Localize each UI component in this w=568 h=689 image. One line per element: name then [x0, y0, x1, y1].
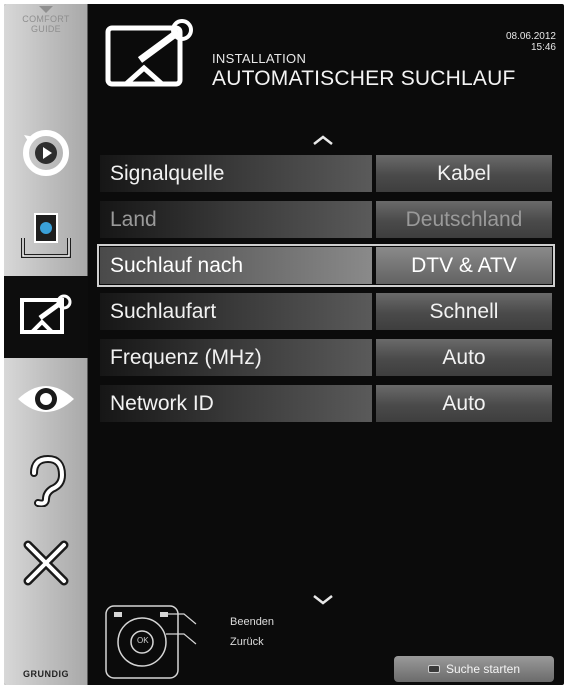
comfort-guide-arrow-icon [39, 6, 53, 13]
installation-icon [20, 294, 72, 334]
sidebar: COMFORT GUIDE GRUNDIG [4, 4, 88, 685]
setting-value[interactable]: Kabel [376, 155, 552, 192]
settings-list: Signalquelle Kabel Land Deutschland Such… [97, 155, 555, 431]
back-hint: Zurück [230, 636, 264, 648]
setting-row-search-type[interactable]: Suchlaufart Schnell [100, 293, 552, 330]
setting-row-network-id[interactable]: Network ID Auto [100, 385, 552, 422]
brand-logo: GRUNDIG [23, 669, 69, 679]
setting-row-signal-source[interactable]: Signalquelle Kabel [100, 155, 552, 192]
setting-value[interactable]: Auto [376, 385, 552, 422]
setting-label: Frequenz (MHz) [100, 339, 372, 376]
setting-row-country: Land Deutschland [100, 201, 552, 238]
sidebar-item-sound[interactable] [4, 440, 88, 522]
comfort-guide-line1: COMFORT [22, 14, 70, 24]
setting-value[interactable]: Auto [376, 339, 552, 376]
setting-value: Deutschland [376, 201, 552, 238]
setting-row-frequency[interactable]: Frequenz (MHz) Auto [100, 339, 552, 376]
setting-label: Suchlauf nach [100, 247, 372, 284]
start-search-label: Suche starten [445, 662, 521, 676]
setting-label: Signalquelle [100, 155, 372, 192]
exit-hint: Beenden [230, 616, 275, 628]
header: INSTALLATION AUTOMATISCHER SUCHLAUF 08.0… [88, 4, 564, 114]
remote-control-icon [105, 605, 197, 679]
tools-icon [23, 540, 69, 586]
sidebar-item-picture[interactable] [4, 358, 88, 440]
tv-menu-screen: COMFORT GUIDE GRUNDIG INSTALLATION AUTOM… [4, 4, 564, 685]
sidebar-item-installation[interactable] [4, 276, 88, 358]
date: 08.06.2012 [505, 31, 556, 42]
setting-row-search-for[interactable]: Suchlauf nach DTV & ATV [97, 244, 555, 287]
setting-value[interactable]: DTV & ATV [376, 247, 552, 284]
setting-value[interactable]: Schnell [376, 293, 552, 330]
ok-label: OK [137, 636, 149, 645]
sidebar-item-media[interactable] [4, 194, 88, 276]
comfort-guide-line2: GUIDE [30, 24, 61, 34]
sidebar-item-source[interactable] [4, 112, 88, 194]
comfort-guide[interactable]: COMFORT GUIDE [4, 6, 88, 34]
start-search-button[interactable]: Suche starten [394, 656, 554, 682]
source-icon [23, 130, 69, 176]
setting-label: Suchlaufart [100, 293, 372, 330]
eye-icon [18, 386, 74, 412]
red-button-icon [427, 665, 440, 673]
time: 15:46 [530, 42, 556, 53]
ear-icon [30, 455, 67, 507]
installation-header-icon [105, 19, 193, 87]
setting-label: Land [100, 201, 372, 238]
page-title: AUTOMATISCHER SUCHLAUF [212, 67, 516, 90]
date-time: 08.06.2012 15:46 [506, 31, 556, 53]
sidebar-item-settings[interactable] [4, 522, 88, 604]
scroll-down-icon[interactable] [312, 594, 334, 606]
breadcrumb: INSTALLATION [212, 51, 307, 66]
setting-label: Network ID [100, 385, 372, 422]
scroll-up-icon[interactable] [312, 134, 334, 146]
media-icon [21, 213, 71, 258]
